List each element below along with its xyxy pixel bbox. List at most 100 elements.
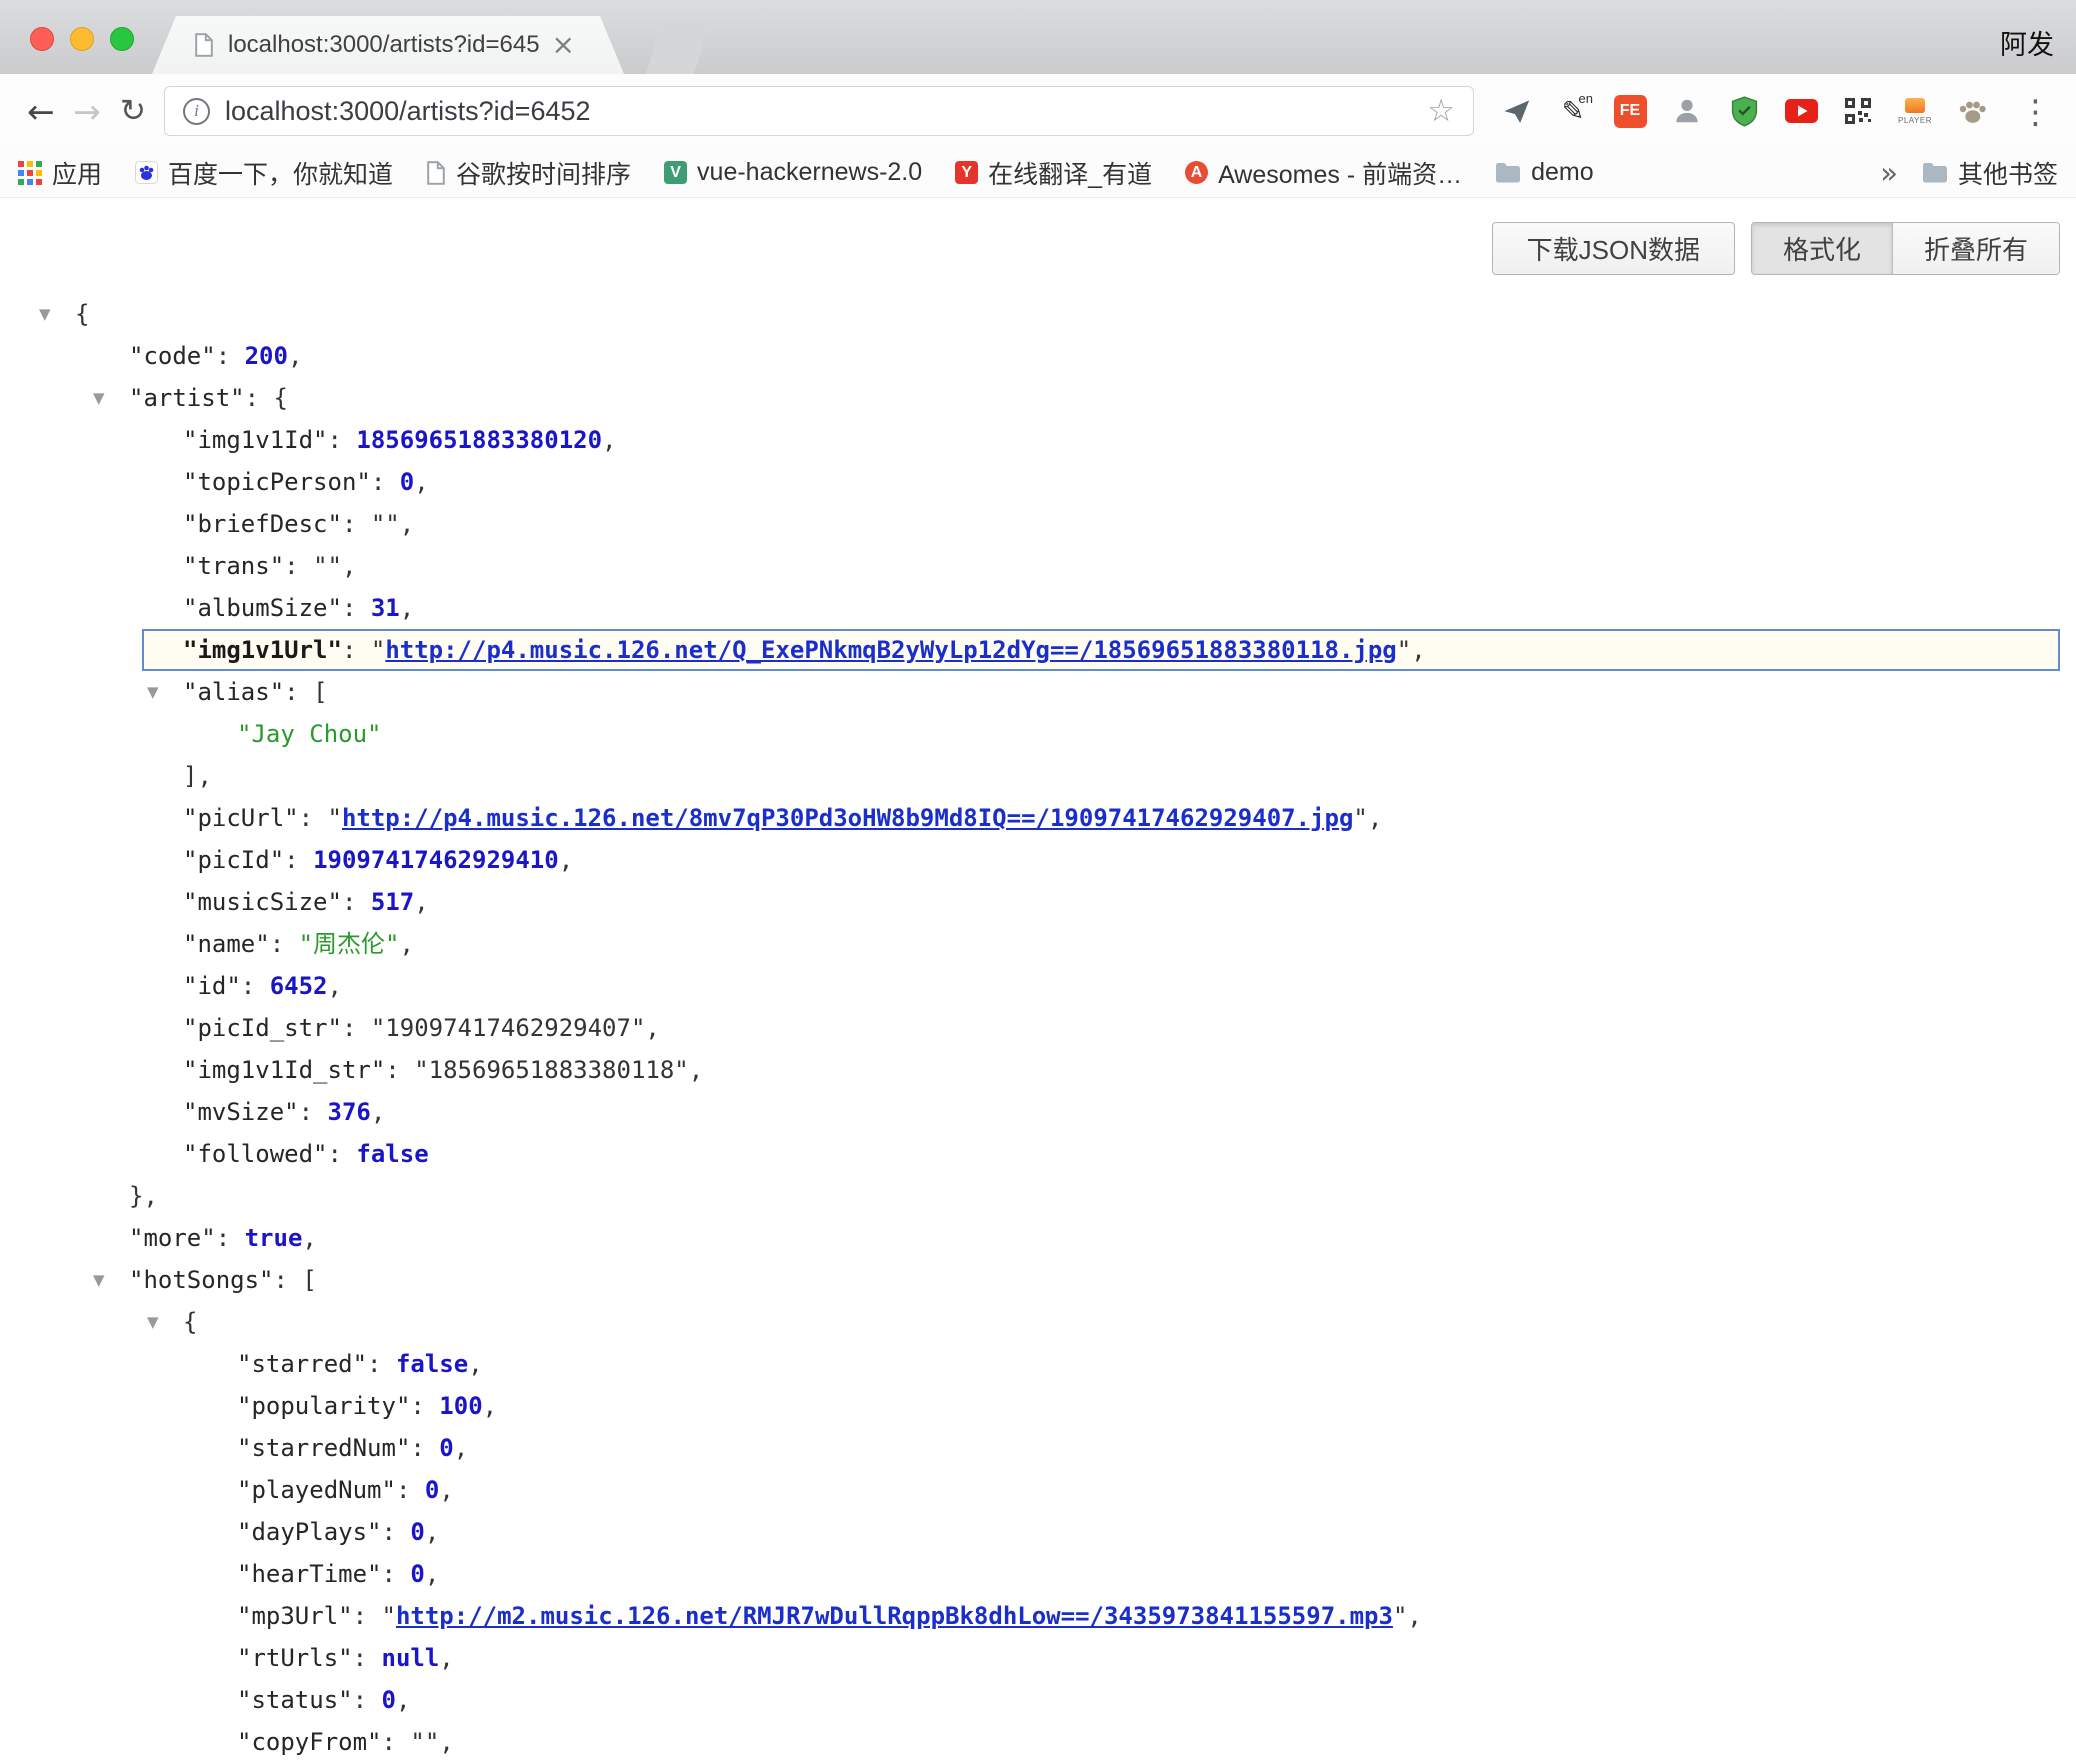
json-token: "starred" bbox=[237, 1350, 367, 1378]
new-tab-button[interactable] bbox=[646, 22, 712, 74]
json-token: "code" bbox=[129, 342, 216, 370]
json-line: "Jay Chou" bbox=[0, 713, 2076, 755]
collapse-toggle-icon[interactable]: ▼ bbox=[147, 1301, 159, 1343]
json-token: "trans" bbox=[183, 552, 284, 580]
json-token: [ bbox=[313, 678, 327, 706]
bookmark-youdao-translate[interactable]: Y 在线翻译_有道 bbox=[955, 155, 1152, 191]
shield-extension-icon[interactable] bbox=[1726, 89, 1762, 133]
bookmark-star-icon[interactable]: ☆ bbox=[1427, 93, 1455, 129]
json-line: "name": "周杰伦", bbox=[0, 923, 2076, 965]
json-token: , bbox=[400, 510, 414, 538]
json-url-link[interactable]: http://p4.music.126.net/Q_ExePNkmqB2yWyL… bbox=[385, 636, 1396, 664]
browser-menu-icon[interactable]: ⋮ bbox=[2019, 95, 2052, 128]
fe-extension-icon[interactable]: FE bbox=[1612, 89, 1648, 133]
json-line: "copyFrom": "", bbox=[0, 1721, 2076, 1763]
qr-code-extension-icon[interactable] bbox=[1840, 89, 1876, 133]
page-favicon-icon bbox=[194, 33, 214, 57]
json-token: , bbox=[468, 1350, 482, 1378]
json-line-highlighted[interactable]: "img1v1Url": "http://p4.music.126.net/Q_… bbox=[142, 629, 2060, 671]
bookmark-label: Awesomes - 前端资… bbox=[1218, 155, 1462, 191]
json-token: : bbox=[353, 1644, 382, 1672]
json-token: , bbox=[371, 1098, 385, 1126]
json-token: , bbox=[1368, 804, 1382, 832]
browser-tab[interactable]: localhost:3000/artists?id=645 × bbox=[152, 16, 624, 74]
json-token: , bbox=[1411, 636, 1425, 664]
json-token: 0 bbox=[439, 1434, 453, 1462]
json-line: "mp3Url": "http://m2.music.126.net/RMJR7… bbox=[0, 1595, 2076, 1637]
folder-icon bbox=[1495, 162, 1521, 183]
bookmark-demo-folder[interactable]: demo bbox=[1495, 158, 1594, 187]
profile-name[interactable]: 阿发 bbox=[2000, 23, 2054, 62]
json-line: "picId_str": "19097417462929407", bbox=[0, 1007, 2076, 1049]
json-line: "playedNum": 0, bbox=[0, 1469, 2076, 1511]
bookmark-label: 应用 bbox=[52, 155, 102, 191]
json-token: : bbox=[284, 846, 313, 874]
json-token: "status" bbox=[237, 1686, 353, 1714]
page-info-icon[interactable]: i bbox=[183, 98, 210, 125]
person-extension-icon[interactable] bbox=[1669, 89, 1705, 133]
json-token: 200 bbox=[245, 342, 288, 370]
json-line: "picId": 19097417462929410, bbox=[0, 839, 2076, 881]
json-token: "hotSongs" bbox=[129, 1266, 274, 1294]
json-token: : bbox=[342, 594, 371, 622]
json-line: ], bbox=[0, 755, 2076, 797]
json-token: "playedNum" bbox=[237, 1476, 396, 1504]
zoom-window-button[interactable] bbox=[110, 27, 134, 51]
page-content: 下载JSON数据 格式化 折叠所有 ▼{"code": 200,▼"artist… bbox=[0, 198, 2076, 1763]
json-token: , bbox=[288, 342, 302, 370]
json-token: , bbox=[302, 1224, 316, 1252]
bookmark-google-sort[interactable]: 谷歌按时间排序 bbox=[426, 155, 631, 191]
bookmark-vue-hackernews[interactable]: V vue-hackernews-2.0 bbox=[664, 158, 922, 187]
collapse-toggle-icon[interactable]: ▼ bbox=[39, 293, 51, 335]
youtube-extension-icon[interactable] bbox=[1783, 89, 1819, 133]
json-token: : bbox=[342, 1014, 371, 1042]
paw-extension-icon[interactable] bbox=[1954, 89, 1990, 133]
bookmark-label: 其他书签 bbox=[1958, 155, 2058, 191]
back-button[interactable]: ← bbox=[18, 95, 64, 128]
collapse-all-button[interactable]: 折叠所有 bbox=[1892, 223, 2059, 274]
json-line: "status": 0, bbox=[0, 1679, 2076, 1721]
json-url-link[interactable]: http://m2.music.126.net/RMJR7wDullRqppBk… bbox=[396, 1602, 1393, 1630]
json-token: "topicPerson" bbox=[183, 468, 371, 496]
url-text[interactable]: localhost:3000/artists?id=6452 bbox=[225, 96, 591, 127]
reload-button[interactable]: ↻ bbox=[110, 96, 156, 127]
forward-button[interactable]: → bbox=[64, 95, 110, 128]
vue-icon: V bbox=[664, 161, 687, 184]
json-viewer-actions: 下载JSON数据 格式化 折叠所有 bbox=[0, 222, 2060, 275]
json-line: "topicPerson": 0, bbox=[0, 461, 2076, 503]
bookmark-label: demo bbox=[1531, 158, 1594, 187]
json-url-link[interactable]: http://p4.music.126.net/8mv7qP30Pd3oHW8b… bbox=[342, 804, 1353, 832]
format-button[interactable]: 格式化 bbox=[1752, 223, 1892, 274]
download-json-button[interactable]: 下载JSON数据 bbox=[1492, 222, 1735, 275]
json-token: : bbox=[299, 1098, 328, 1126]
json-token: ], bbox=[183, 762, 212, 790]
bookmarks-overflow-chevron[interactable]: » bbox=[1880, 156, 1898, 190]
translate-pen-extension-icon[interactable]: ✎ en bbox=[1555, 89, 1591, 133]
json-line: "briefDesc": "", bbox=[0, 503, 2076, 545]
bookmark-apps[interactable]: 应用 bbox=[18, 155, 102, 191]
collapse-toggle-icon[interactable]: ▼ bbox=[147, 671, 159, 713]
json-token: "mvSize" bbox=[183, 1098, 299, 1126]
json-line: ▼"hotSongs": [ bbox=[0, 1259, 2076, 1301]
json-token: , bbox=[328, 972, 342, 1000]
fe-icon-label: FE bbox=[1614, 95, 1647, 128]
json-line: "followed": false bbox=[0, 1133, 2076, 1175]
minimize-window-button[interactable] bbox=[70, 27, 94, 51]
json-token: 31 bbox=[371, 594, 400, 622]
json-token: " bbox=[1353, 804, 1367, 832]
collapse-toggle-icon[interactable]: ▼ bbox=[93, 377, 105, 419]
close-window-button[interactable] bbox=[30, 27, 54, 51]
window-controls bbox=[30, 27, 134, 51]
bookmark-label: 谷歌按时间排序 bbox=[456, 155, 631, 191]
collapse-toggle-icon[interactable]: ▼ bbox=[93, 1259, 105, 1301]
json-token: : bbox=[299, 804, 328, 832]
json-token: : bbox=[245, 384, 274, 412]
browser-toolbar: ← → ↻ i localhost:3000/artists?id=6452 ☆… bbox=[0, 74, 2076, 148]
bookmark-baidu[interactable]: 百度一下，你就知道 bbox=[135, 155, 393, 191]
tab-close-icon[interactable]: × bbox=[552, 31, 575, 59]
bookmark-awesomes[interactable]: A Awesomes - 前端资… bbox=[1185, 155, 1462, 191]
paper-plane-extension-icon[interactable] bbox=[1498, 89, 1534, 133]
player-extension-icon[interactable]: PLAYER bbox=[1897, 89, 1933, 133]
bookmark-other-folder[interactable]: 其他书签 bbox=[1922, 155, 2058, 191]
address-bar[interactable]: i localhost:3000/artists?id=6452 ☆ bbox=[164, 86, 1474, 136]
